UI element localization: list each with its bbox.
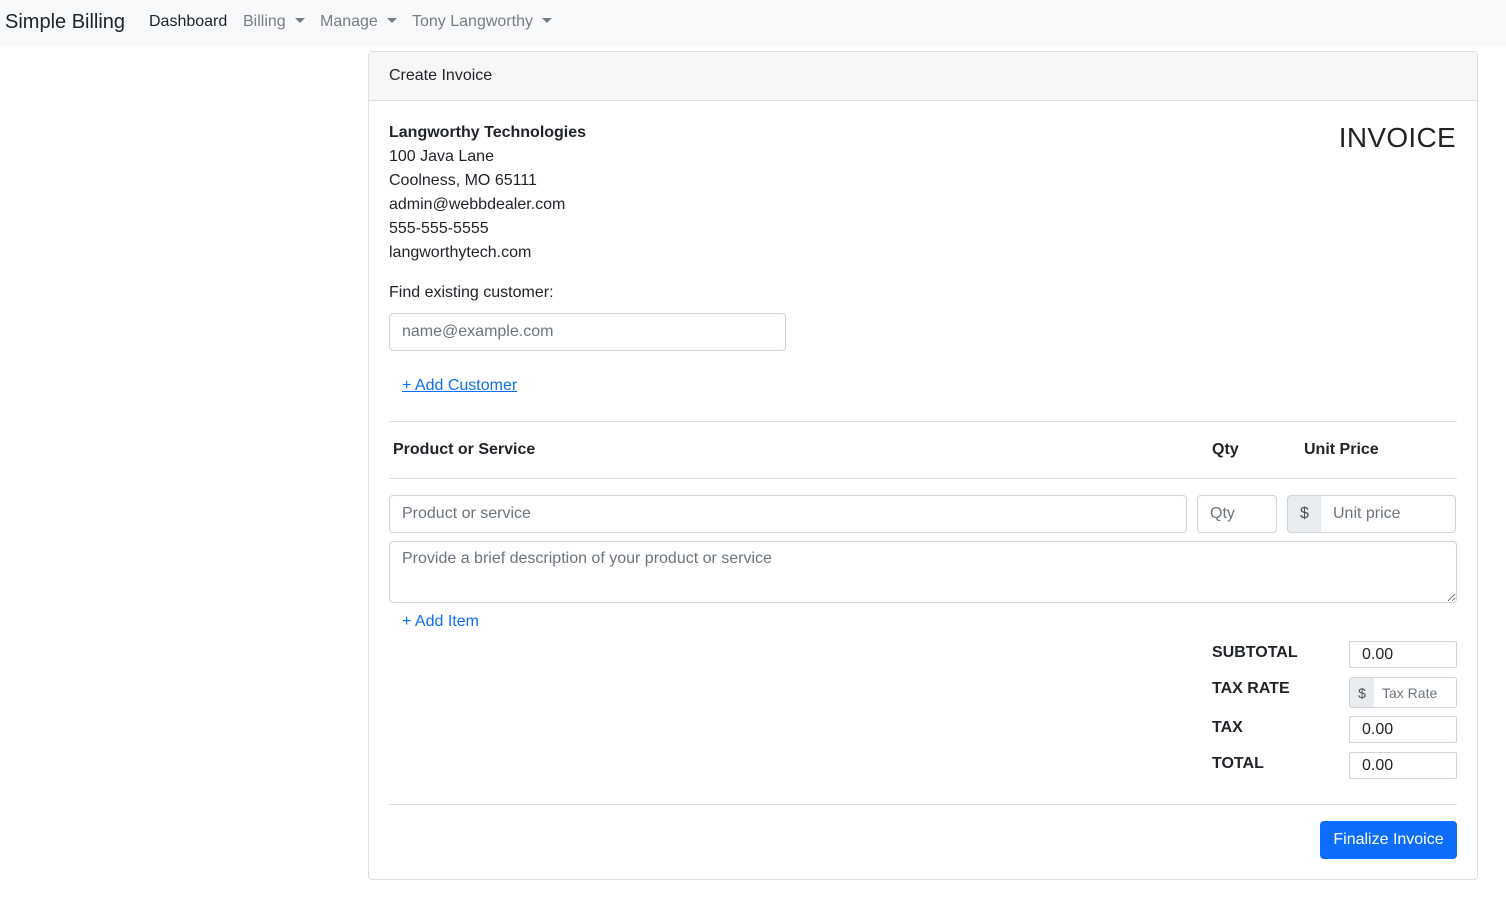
column-header-unit-price: Unit Price [1304,441,1379,458]
card-header: Create Invoice [369,52,1477,101]
divider [389,421,1457,422]
tax-label: TAX [1212,719,1243,736]
total-value: 0.00 [1349,752,1457,779]
create-invoice-card: Create Invoice Langworthy Technologies 1… [368,51,1478,880]
add-customer-link[interactable]: + Add Customer [402,377,517,395]
tax-rate-input[interactable] [1374,677,1457,708]
chevron-down-icon [386,18,397,23]
nav-user-dropdown[interactable]: Tony Langworthy [412,13,552,31]
company-name: Langworthy Technologies [389,124,587,141]
nav-dashboard-label: Dashboard [149,13,228,30]
chevron-down-icon [294,18,305,23]
nav-billing-dropdown[interactable]: Billing [243,13,305,31]
nav-billing-label: Billing [243,13,286,30]
nav-manage-dropdown[interactable]: Manage [320,13,397,31]
subtotal-value: 0.00 [1349,641,1457,668]
column-header-product: Product or Service [393,441,536,458]
card-title: Create Invoice [389,67,493,84]
customer-search-input[interactable] [389,313,786,351]
nav-manage-label: Manage [320,13,378,30]
tax-rate-currency-addon: $ [1349,677,1375,708]
company-website: langworthytech.com [389,244,532,261]
add-item-link[interactable]: + Add Item [402,613,479,631]
subtotal-label: SUBTOTAL [1212,644,1298,661]
currency-addon: $ [1287,495,1322,533]
qty-input[interactable] [1197,495,1277,533]
finalize-invoice-button[interactable]: Finalize Invoice [1320,821,1457,859]
description-textarea[interactable] [389,541,1457,603]
tax-value: 0.00 [1349,716,1457,743]
nav-user-label: Tony Langworthy [412,13,533,30]
brand-link[interactable]: Simple Billing [5,11,125,34]
company-address-line1: 100 Java Lane [389,148,494,165]
invoice-heading: INVOICE [1338,122,1456,153]
company-address-line2: Coolness, MO 65111 [389,172,537,189]
company-email: admin@webbdealer.com [389,196,566,213]
chevron-down-icon [541,18,552,23]
unit-price-input[interactable] [1321,495,1456,533]
divider [389,478,1457,479]
tax-rate-label: TAX RATE [1212,680,1290,697]
product-input[interactable] [389,495,1187,533]
divider [389,804,1457,805]
top-navbar: Simple Billing Dashboard Billing Manage … [0,0,1506,46]
find-customer-label: Find existing customer: [389,284,554,301]
company-phone: 555-555-5555 [389,220,489,237]
nav-dashboard[interactable]: Dashboard [149,13,227,31]
total-label: TOTAL [1212,755,1264,772]
column-header-qty: Qty [1212,441,1239,458]
